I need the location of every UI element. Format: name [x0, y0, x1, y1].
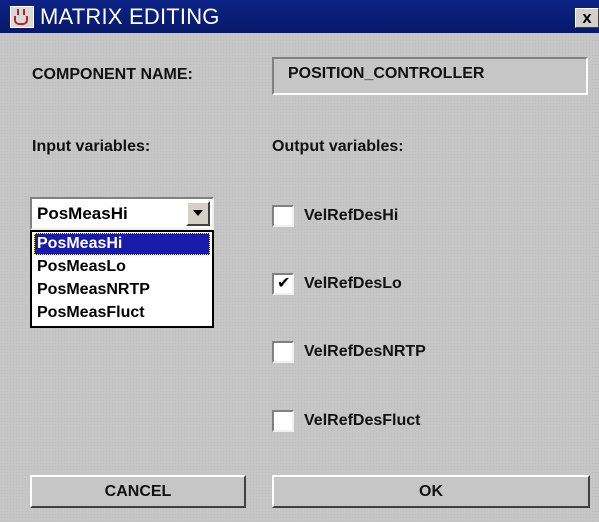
close-icon: x [582, 8, 592, 27]
input-variables-label: Input variables: [32, 138, 151, 155]
java-cup-icon [10, 6, 34, 28]
component-name-field: POSITION_CONTROLLER [272, 57, 588, 95]
output-checkbox[interactable] [272, 205, 294, 227]
dropdown-option[interactable]: PosMeasHi [34, 233, 210, 255]
output-checkbox-label[interactable]: VelRefDesHi [304, 205, 398, 227]
dropdown-option[interactable]: PosMeasFluct [34, 302, 210, 324]
output-checkbox[interactable] [272, 410, 294, 432]
dropdown-option[interactable]: PosMeasLo [34, 256, 210, 278]
title-bar[interactable]: MATRIX EDITING x [0, 0, 599, 33]
output-checkbox-label[interactable]: VelRefDesLo [304, 273, 402, 295]
output-variables-label: Output variables: [272, 138, 404, 155]
matrix-editing-dialog: MATRIX EDITING x COMPONENT NAME: POSITIO… [0, 0, 599, 522]
ok-button[interactable]: OK [272, 475, 590, 508]
checkmark-icon: ✔ [277, 275, 291, 292]
component-name-label: COMPONENT NAME: [32, 66, 193, 83]
input-variable-selected-value: PosMeasHi [37, 204, 128, 223]
output-checkbox[interactable] [272, 341, 294, 363]
output-checkbox[interactable]: ✔ [272, 273, 294, 295]
cancel-button[interactable]: CANCEL [30, 475, 246, 508]
input-variable-select[interactable]: PosMeasHi [30, 197, 214, 230]
dropdown-option[interactable]: PosMeasNRTP [34, 279, 210, 301]
window-title: MATRIX EDITING [40, 4, 220, 29]
output-checkbox-label[interactable]: VelRefDesNRTP [304, 341, 426, 363]
close-button[interactable]: x [575, 8, 599, 28]
chevron-down-icon [193, 210, 203, 216]
dropdown-button[interactable] [186, 201, 210, 226]
output-checkbox-label[interactable]: VelRefDesFluct [304, 410, 420, 432]
input-variable-dropdown-list: PosMeasHi PosMeasLo PosMeasNRTP PosMeasF… [30, 230, 214, 328]
